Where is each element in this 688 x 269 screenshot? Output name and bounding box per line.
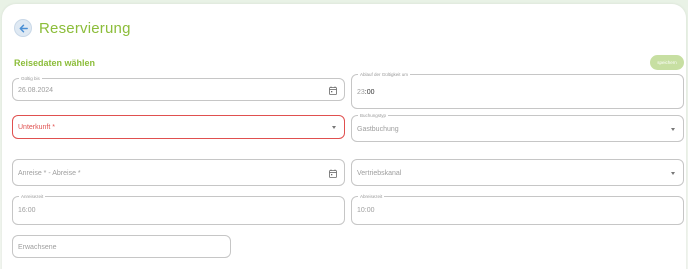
page-header: Reservierung — [14, 17, 131, 39]
chevron-down-icon — [332, 126, 336, 129]
valid-until-label: Gültig bis — [19, 75, 42, 82]
departure-time-label: Abreisezeit — [358, 193, 385, 200]
page-title: Reservierung — [39, 19, 131, 37]
booking-type-value: Gastbuchung — [357, 126, 399, 133]
valid-until-field[interactable]: Gültig bis 26.08.2024 — [12, 75, 345, 101]
expiry-time-field[interactable]: Ablauf der Gültigkeit um 23:00 — [351, 71, 684, 109]
chevron-down-icon — [671, 172, 675, 175]
arrival-departure-field[interactable]: Anreise * - Abreise * — [12, 159, 345, 186]
chevron-down-icon — [671, 128, 675, 131]
calendar-icon[interactable] — [329, 169, 337, 178]
accommodation-select[interactable]: Unterkunft * — [12, 115, 345, 139]
booking-type-label: Buchungstyp — [358, 112, 389, 119]
departure-time-field[interactable]: Abreisezeit 10:00 — [351, 193, 684, 225]
reservation-card: Reservierung Reisedaten wählen speichern… — [2, 4, 686, 269]
back-button[interactable] — [14, 19, 32, 37]
sales-channel-select[interactable]: Vertriebskanal — [351, 159, 684, 186]
arrival-time-field[interactable]: Anreisezeit 16:00 — [12, 193, 345, 225]
departure-time-value: 10:00 — [357, 207, 375, 214]
sales-channel-placeholder: Vertriebskanal — [357, 170, 402, 177]
accommodation-placeholder: Unterkunft * — [18, 124, 55, 131]
arrival-departure-placeholder: Anreise * - Abreise * — [18, 170, 81, 177]
section-title: Reisedaten wählen — [14, 58, 96, 68]
arrow-left-icon — [19, 24, 28, 32]
expiry-time-value: 23:00 — [357, 88, 375, 97]
expiry-time-label: Ablauf der Gültigkeit um — [358, 71, 411, 78]
save-button[interactable]: speichern — [650, 55, 684, 70]
expiry-minute: :00 — [364, 89, 375, 96]
arrival-time-value: 16:00 — [18, 207, 36, 214]
expiry-hour: 23 — [357, 89, 365, 96]
adults-field[interactable]: Erwachsene — [12, 235, 231, 258]
calendar-icon[interactable] — [329, 86, 337, 95]
valid-until-value: 26.08.2024 — [18, 87, 54, 94]
arrival-time-label: Anreisezeit — [19, 193, 46, 200]
booking-type-select[interactable]: Buchungstyp Gastbuchung — [351, 112, 684, 142]
adults-placeholder: Erwachsene — [18, 244, 57, 251]
